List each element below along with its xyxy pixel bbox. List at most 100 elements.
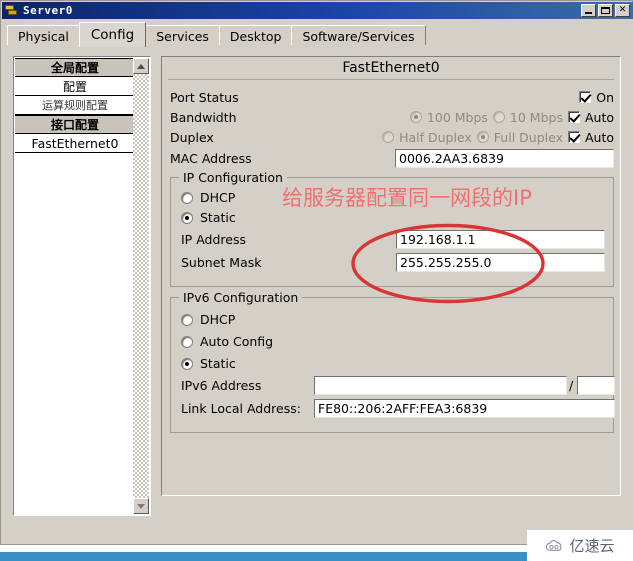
window-controls: ✕ <box>581 4 630 17</box>
close-icon: ✕ <box>618 5 627 15</box>
tab-config-label: Config <box>90 27 135 43</box>
ipv6-auto-config-option[interactable]: Auto Config <box>181 334 273 349</box>
bandwidth-row: Bandwidth 100 Mbps 10 Mbps Auto <box>170 107 614 127</box>
duplex-row: Duplex Half Duplex Full Duplex Auto <box>170 127 614 147</box>
sidebar-scrollbar[interactable] <box>133 58 149 514</box>
port-status-on-label: On <box>596 89 614 105</box>
duplex-full-label: Full Duplex <box>493 129 563 145</box>
ip-static-radio[interactable] <box>181 211 193 224</box>
sidebar-item-interface-config[interactable]: 接口配置 <box>15 115 135 134</box>
sidebar-item-algorithm-settings[interactable]: 运算规则配置 <box>15 96 135 115</box>
ip-dhcp-radio[interactable] <box>181 191 193 204</box>
content-area: 全局配置 配置 运算规则配置 接口配置 FastEthernet0 FastEt… <box>2 47 633 544</box>
port-status-label: Port Status <box>170 89 239 105</box>
ip-static-label: Static <box>200 210 236 225</box>
interface-config-panel: FastEthernet0 Port Status On Bandwidth 1… <box>161 56 621 496</box>
ipv6-prefix-field[interactable] <box>577 376 615 395</box>
port-status-on-checkbox[interactable] <box>579 91 592 103</box>
window-titlebar: Server0 ✕ <box>2 2 633 19</box>
minimize-button[interactable] <box>581 4 596 17</box>
sidebar-item-algorithm-settings-label: 运算规则配置 <box>42 99 108 112</box>
panel-title-divider <box>168 79 614 80</box>
subnet-mask-field[interactable]: 255.255.255.0 <box>396 253 605 272</box>
duplex-half-radio[interactable] <box>382 131 395 143</box>
sidebar-item-settings-label: 配置 <box>62 79 87 94</box>
ip-static-option[interactable]: Static <box>181 210 236 225</box>
duplex-half-label: Half Duplex <box>399 129 472 145</box>
link-local-address-field[interactable]: FE80::206:2AFF:FEA3:6839 <box>314 399 615 418</box>
panel-title: FastEthernet0 <box>342 60 440 76</box>
sidebar-item-settings[interactable]: 配置 <box>15 77 135 96</box>
application-window: Server0 ✕ Physical Config Services Deskt… <box>0 0 633 545</box>
tab-desktop[interactable]: Desktop <box>218 25 293 47</box>
duplex-auto-checkbox[interactable] <box>567 131 580 143</box>
ipv6-prefix-separator: / <box>569 378 574 393</box>
ip-dhcp-option[interactable]: DHCP <box>181 190 235 205</box>
ipv6-auto-config-label: Auto Config <box>200 334 274 349</box>
bandwidth-100mbps-label: 100 Mbps <box>426 109 488 125</box>
sidebar-item-interface-config-label: 接口配置 <box>50 118 99 132</box>
ipv6-configuration-title: IPv6 Configuration <box>179 290 303 305</box>
ipv6-auto-config-radio[interactable] <box>181 335 193 348</box>
close-button[interactable]: ✕ <box>615 4 630 17</box>
tab-software-services[interactable]: Software/Services <box>291 25 426 47</box>
mac-address-label: MAC Address <box>170 150 252 166</box>
sidebar-item-global-config[interactable]: 全局配置 <box>15 58 135 77</box>
subnet-mask-row: Subnet Mask 255.255.255.0 <box>181 253 605 272</box>
tab-services[interactable]: Services <box>145 25 220 47</box>
duplex-full-radio[interactable] <box>476 131 489 143</box>
mac-address-row: MAC Address 0006.2AA3.6839 <box>170 148 614 168</box>
sidebar-scroll-up-button[interactable] <box>133 58 149 74</box>
tab-config[interactable]: Config <box>78 22 147 47</box>
bandwidth-100mbps-radio[interactable] <box>409 111 422 123</box>
ip-address-row: IP Address 192.168.1.1 <box>181 230 605 249</box>
server-icon <box>5 4 19 17</box>
sidebar-item-global-config-label: 全局配置 <box>50 61 99 75</box>
scroll-up-arrow-icon <box>137 63 145 69</box>
mac-address-field[interactable]: 0006.2AA3.6839 <box>395 148 614 168</box>
sidebar-item-fastethernet0[interactable]: FastEthernet0 <box>15 134 135 153</box>
tab-bar: Physical Config Services Desktop Softwar… <box>2 19 633 47</box>
ipv6-static-option[interactable]: Static <box>181 356 236 371</box>
ipv6-static-radio[interactable] <box>181 357 193 370</box>
ip-dhcp-label: DHCP <box>200 190 236 205</box>
ipv6-configuration-group: IPv6 Configuration DHCP Auto Config Stat… <box>170 290 615 433</box>
bandwidth-auto-checkbox[interactable] <box>567 111 580 123</box>
tab-software-services-label: Software/Services <box>302 29 415 44</box>
ip-address-field[interactable]: 192.168.1.1 <box>396 230 605 249</box>
ipv6-dhcp-radio[interactable] <box>181 313 193 326</box>
ipv6-static-label: Static <box>200 356 236 371</box>
bandwidth-label: Bandwidth <box>170 109 237 125</box>
ipv6-dhcp-option[interactable]: DHCP <box>181 312 235 327</box>
ipv6-address-row: IPv6 Address / <box>181 376 615 395</box>
bandwidth-10mbps-label: 10 Mbps <box>509 109 563 125</box>
ipv6-address-label: IPv6 Address <box>181 378 262 393</box>
ip-address-label: IP Address <box>181 232 246 247</box>
ip-configuration-title: IP Configuration <box>179 170 287 185</box>
bandwidth-auto-label: Auto <box>584 109 614 125</box>
sidebar-scroll-down-button[interactable] <box>133 498 149 514</box>
window-title: Server0 <box>23 4 73 17</box>
screenshot-root: Server0 ✕ Physical Config Services Deskt… <box>0 0 633 561</box>
ip-configuration-group: IP Configuration DHCP Static IP Address … <box>170 170 614 287</box>
maximize-icon <box>601 7 610 14</box>
ipv6-dhcp-label: DHCP <box>200 312 236 327</box>
tab-services-label: Services <box>156 29 209 44</box>
link-local-address-row: Link Local Address: FE80::206:2AFF:FEA3:… <box>181 399 615 418</box>
scroll-down-arrow-icon <box>137 503 145 509</box>
tab-physical-label: Physical <box>18 29 69 44</box>
ipv6-address-field[interactable] <box>314 376 567 395</box>
tab-physical[interactable]: Physical <box>7 25 80 47</box>
port-status-row: Port Status On <box>170 87 614 107</box>
cloud-icon <box>546 539 562 551</box>
watermark-text: 亿速云 <box>569 537 615 555</box>
maximize-button[interactable] <box>598 4 613 17</box>
subnet-mask-label: Subnet Mask <box>181 255 262 270</box>
config-tree-panel: 全局配置 配置 运算规则配置 接口配置 FastEthernet0 <box>13 56 151 516</box>
bandwidth-10mbps-radio[interactable] <box>492 111 505 123</box>
link-local-address-label: Link Local Address: <box>181 401 301 416</box>
duplex-auto-label: Auto <box>584 129 614 145</box>
tab-desktop-label: Desktop <box>229 29 282 44</box>
minimize-icon <box>585 12 592 14</box>
duplex-label: Duplex <box>170 129 214 145</box>
